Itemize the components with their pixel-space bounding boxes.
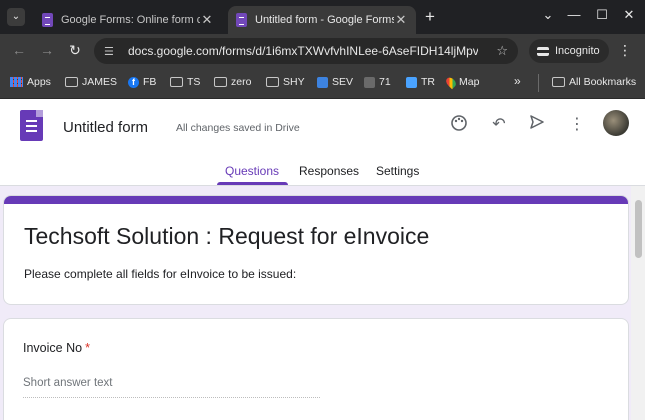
back-icon[interactable]: ← xyxy=(10,42,28,58)
bookmark-label: Apps xyxy=(27,76,51,88)
bookmark-label: TS xyxy=(187,76,201,88)
all-bookmarks[interactable]: All Bookmarks xyxy=(552,76,636,88)
question-title[interactable]: Invoice No * xyxy=(23,341,90,355)
maximize-icon[interactable]: ☐ xyxy=(592,7,612,23)
bookmark-label: JAMES xyxy=(82,76,118,88)
close-icon[interactable]: ✕ xyxy=(200,12,214,28)
site-info-icon[interactable]: ☰ xyxy=(104,45,122,58)
undo-icon[interactable]: ↶ xyxy=(488,114,510,136)
avatar[interactable] xyxy=(603,110,629,136)
scrollbar-thumb[interactable] xyxy=(635,200,642,258)
required-mark: * xyxy=(85,341,90,355)
accent-bar xyxy=(4,196,628,204)
bookmark-label: zero xyxy=(231,76,252,88)
url-text[interactable]: docs.google.com/forms/d/1i6mxTXWvfvhINLe… xyxy=(128,44,478,58)
site-icon xyxy=(406,76,417,88)
bookmark-shy[interactable]: SHY xyxy=(266,76,305,88)
form-tabs: Questions Responses Settings xyxy=(0,162,645,186)
folder-icon xyxy=(170,77,183,87)
bookmark-label: SEV xyxy=(332,76,354,88)
browser-chrome: ⌄ Google Forms: Online form cre ✕ Untitl… xyxy=(0,0,645,99)
tab-title: Google Forms: Online form cre xyxy=(61,14,200,26)
close-icon[interactable]: ✕ xyxy=(394,12,408,28)
folder-icon xyxy=(266,77,279,87)
bookmark-label: 71 xyxy=(379,76,391,88)
chevron-right-icon[interactable]: » xyxy=(514,74,521,88)
save-status: All changes saved in Drive xyxy=(176,122,300,134)
site-icon xyxy=(364,76,375,88)
forward-icon[interactable]: → xyxy=(38,42,56,58)
minimize-icon[interactable]: — xyxy=(564,7,584,22)
bookmark-map[interactable]: Map xyxy=(444,75,480,89)
incognito-badge[interactable]: Incognito xyxy=(529,39,609,63)
google-forms-logo-icon[interactable] xyxy=(20,110,43,141)
bookmark-label: FB xyxy=(143,76,157,88)
form-description[interactable]: Please complete all fields for eInvoice … xyxy=(24,267,296,281)
tab-responses[interactable]: Responses xyxy=(299,164,359,178)
star-icon[interactable]: ☆ xyxy=(496,43,508,59)
window-close-icon[interactable]: ✕ xyxy=(619,7,639,23)
folder-icon xyxy=(552,77,565,87)
chevron-down-icon[interactable]: ⌄ xyxy=(538,7,558,23)
form-title[interactable]: Techsoft Solution : Request for eInvoice xyxy=(24,223,429,250)
incognito-icon xyxy=(537,46,549,56)
forms-favicon-icon xyxy=(236,13,247,27)
active-tab-indicator xyxy=(217,182,288,185)
bookmark-label: Map xyxy=(459,76,480,88)
bookmark-label: TR xyxy=(421,76,435,88)
doc-title[interactable]: Untitled form xyxy=(63,119,148,136)
address-bar[interactable]: ☰ docs.google.com/forms/d/1i6mxTXWvfvhIN… xyxy=(94,38,518,64)
reload-icon[interactable]: ↻ xyxy=(66,42,84,59)
tab-settings[interactable]: Settings xyxy=(376,164,419,178)
bookmark-label: SHY xyxy=(283,76,305,88)
tab-google-forms-home[interactable]: Google Forms: Online form cre ✕ xyxy=(34,6,222,34)
send-icon[interactable] xyxy=(526,114,548,136)
browser-toolbar: ← → ↻ ☰ docs.google.com/forms/d/1i6mxTXW… xyxy=(0,34,645,68)
bookmark-label: All Bookmarks xyxy=(569,76,637,88)
palette-icon[interactable] xyxy=(448,114,470,136)
browser-menu-icon[interactable]: ⋮ xyxy=(618,42,632,59)
maps-icon xyxy=(444,75,458,89)
question-label: Invoice No xyxy=(23,341,83,355)
folder-icon xyxy=(65,77,78,87)
bookmark-apps[interactable]: Apps xyxy=(10,76,51,88)
tab-title: Untitled form - Google Forms xyxy=(255,14,394,26)
site-icon xyxy=(317,76,328,88)
bookmark-zero[interactable]: zero xyxy=(214,76,251,88)
bookmark-sev[interactable]: SEV xyxy=(317,76,353,88)
new-tab-icon[interactable]: + xyxy=(425,7,435,27)
tab-strip: ⌄ Google Forms: Online form cre ✕ Untitl… xyxy=(0,0,645,34)
bookmarks-bar: Apps JAMES f FB TS zero SHY SEV 71 TR Ma… xyxy=(0,68,645,99)
tab-search-icon[interactable]: ⌄ xyxy=(7,8,25,26)
tab-questions[interactable]: Questions xyxy=(225,164,279,178)
question-card[interactable]: Invoice No * Short answer text xyxy=(3,318,629,420)
bookmark-divider xyxy=(538,74,539,92)
bookmark-james[interactable]: JAMES xyxy=(65,76,117,88)
bookmark-fb[interactable]: f FB xyxy=(128,76,156,88)
facebook-icon: f xyxy=(128,76,139,88)
forms-favicon-icon xyxy=(42,13,53,27)
apps-grid-icon xyxy=(10,77,23,87)
bookmark-tr[interactable]: TR xyxy=(406,76,435,88)
form-title-card[interactable]: Techsoft Solution : Request for eInvoice… xyxy=(3,195,629,305)
more-options-icon[interactable]: ⋮ xyxy=(566,114,588,136)
bookmark-ts[interactable]: TS xyxy=(170,76,200,88)
incognito-label: Incognito xyxy=(555,45,600,57)
tab-untitled-form[interactable]: Untitled form - Google Forms ✕ xyxy=(228,6,416,34)
folder-icon xyxy=(214,77,227,87)
bookmark-71[interactable]: 71 xyxy=(364,76,391,88)
short-answer-field: Short answer text xyxy=(23,377,320,398)
